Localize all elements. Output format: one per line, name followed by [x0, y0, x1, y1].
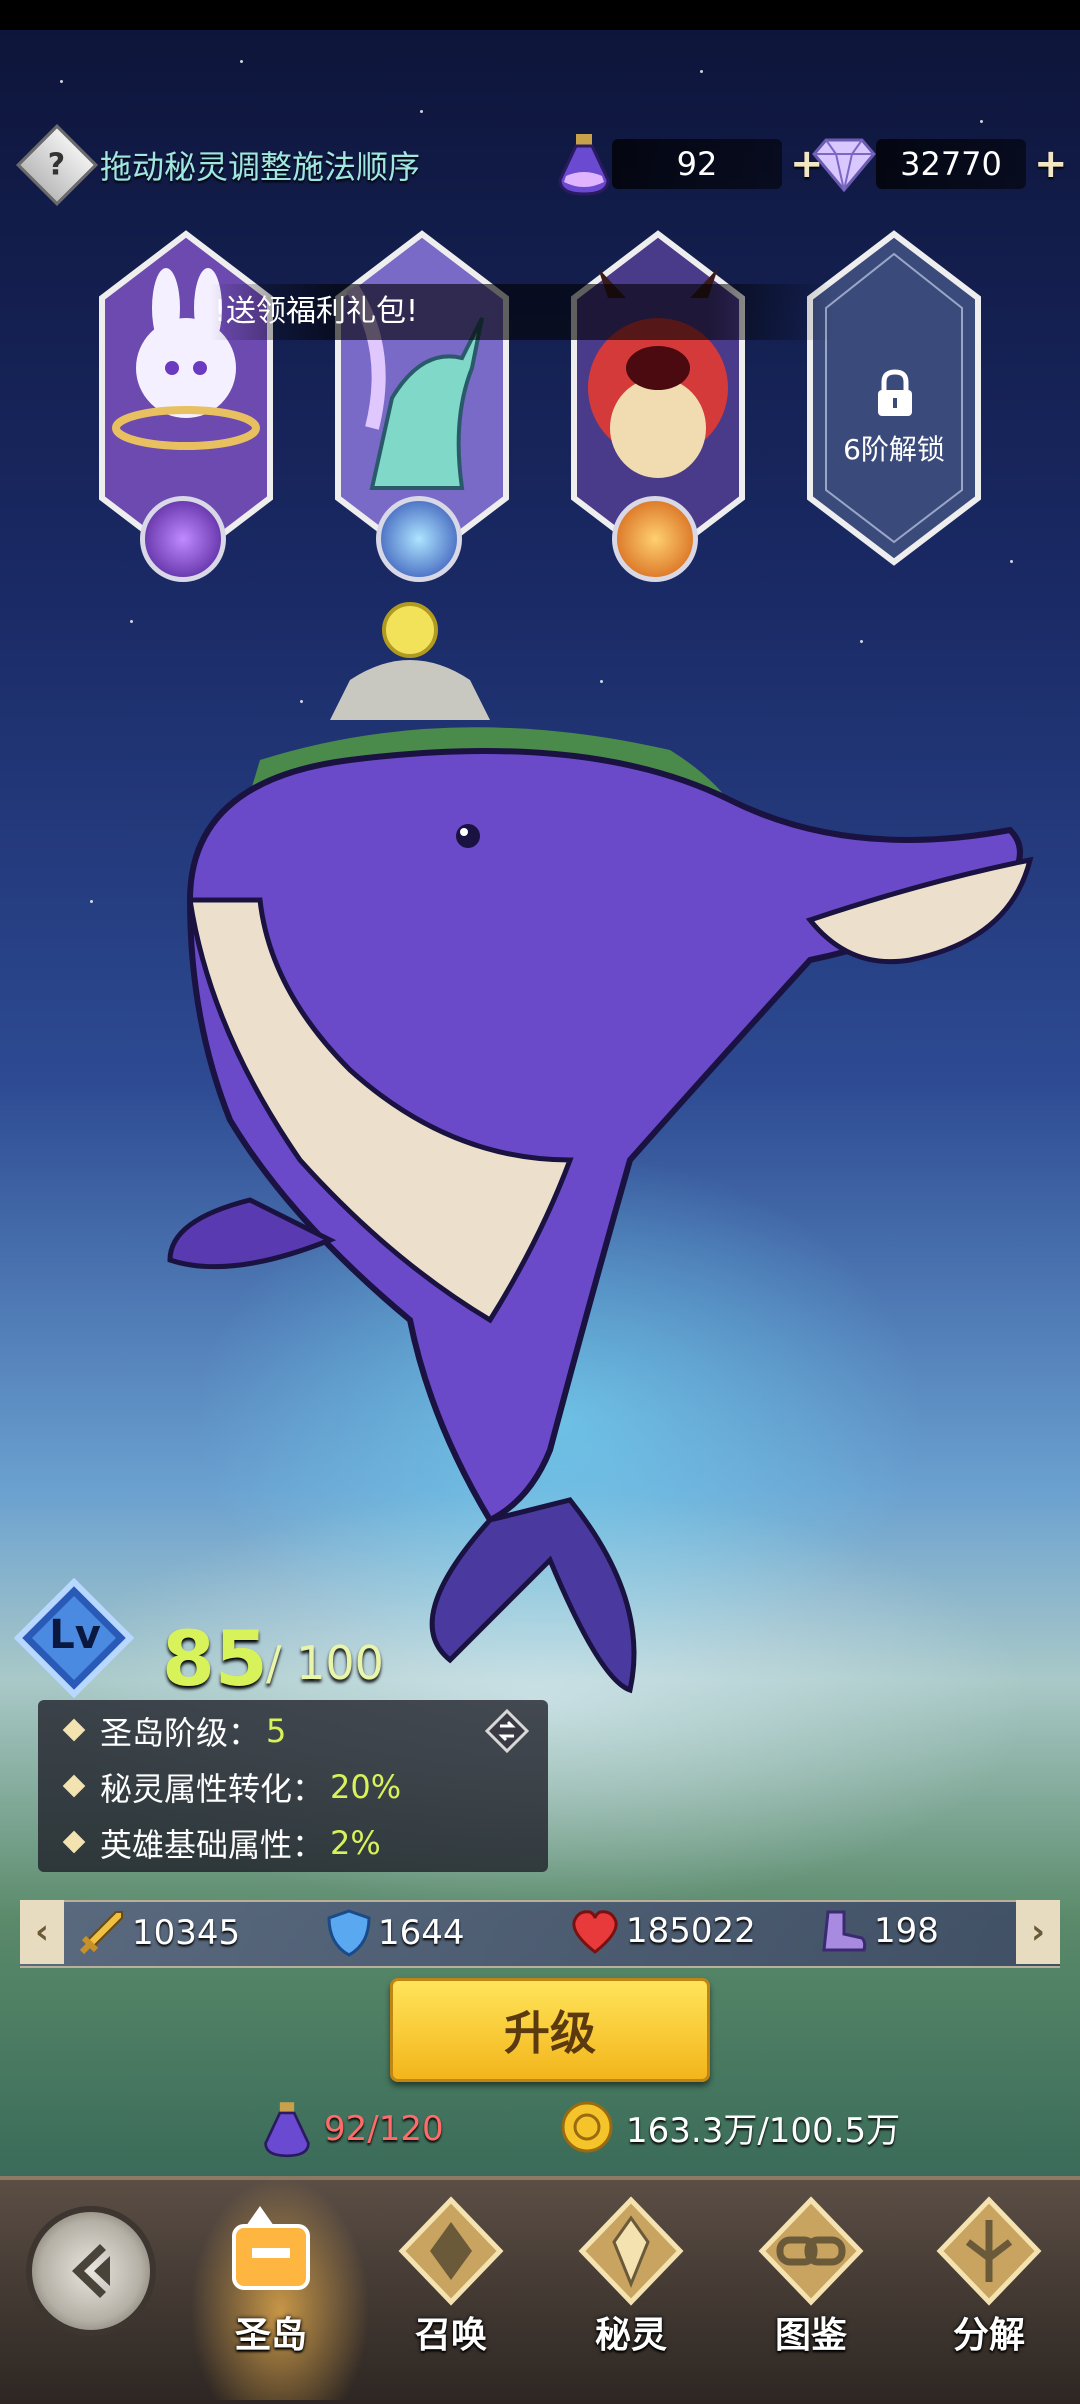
attack-value: 10345 [132, 1913, 241, 1953]
tab-holy-island[interactable]: 圣岛 [196, 2196, 346, 2386]
upgrade-button[interactable]: 升级 [390, 1978, 710, 2082]
potion-cost: 92/120 [262, 2100, 444, 2158]
lock-icon [878, 369, 912, 416]
lightning-element-icon [376, 496, 462, 582]
potion-count: 92 [612, 139, 782, 189]
gold-coin-icon [561, 2101, 613, 2153]
heart-icon [572, 1910, 618, 1954]
defense-stat: 1644 [326, 1908, 465, 1958]
hint-row[interactable]: ? 拖动秘灵调整施法顺序 [15, 123, 421, 207]
stat-value: 2% [330, 1824, 381, 1862]
sword-icon [79, 1911, 123, 1955]
back-button[interactable] [26, 2206, 156, 2336]
spirit-icon [578, 2196, 684, 2306]
island-icon [232, 2206, 310, 2290]
tab-decompose[interactable]: 分解 [914, 2196, 1064, 2386]
gold-cost: 163.3万/100.5万 [560, 2100, 900, 2154]
gem-count: 32770 [876, 139, 1026, 189]
stat-row-hero-base: 英雄基础属性： 2% [62, 1820, 381, 1866]
tab-label: 召唤 [414, 2315, 487, 2356]
swap-icon[interactable] [484, 1708, 530, 1754]
tab-label: 分解 [952, 2315, 1025, 2356]
stat-value: 20% [330, 1768, 402, 1806]
potion-icon [558, 134, 610, 196]
speed-stat: 198 [818, 1908, 939, 1954]
gem-icon [812, 138, 876, 192]
hp-value: 185022 [626, 1911, 756, 1951]
spirit-slot-2[interactable] [332, 228, 512, 582]
arcane-element-icon [140, 496, 226, 582]
shield-icon [327, 1909, 371, 1957]
summon-icon [398, 2196, 504, 2306]
spirit-slot-locked[interactable]: 6阶解锁 [804, 228, 984, 568]
stat-value: 5 [266, 1712, 287, 1750]
stat-row-spirit-conversion: 秘灵属性转化： 20% [62, 1764, 402, 1810]
tab-codex[interactable]: 图鉴 [736, 2196, 886, 2386]
hp-stat: 185022 [570, 1908, 756, 1954]
defense-value: 1644 [378, 1913, 465, 1953]
tab-label: 圣岛 [234, 2315, 307, 2356]
potion-icon [264, 2102, 310, 2158]
level-max: / 100 [266, 1636, 384, 1690]
spirit-slot-3[interactable] [568, 228, 748, 582]
question-icon[interactable]: ? [15, 123, 99, 207]
attr-next-arrow[interactable]: › [1016, 1900, 1060, 1964]
gold-cost-value: 163.3万/100.5万 [626, 2110, 901, 2151]
stat-label: 秘灵属性转化： [100, 1770, 325, 1808]
gem-resource: 32770 + [812, 138, 1068, 192]
stat-row-island-rank: 圣岛阶级： 5 [62, 1708, 287, 1754]
gift-banner[interactable]: !送领福利礼包! [210, 284, 834, 340]
tab-spirit[interactable]: 秘灵 [556, 2196, 706, 2386]
speed-value: 198 [874, 1911, 939, 1951]
tab-label: 图鉴 [774, 2315, 847, 2356]
level-badge-label: Lv [49, 1612, 101, 1658]
attack-stat: 10345 [76, 1908, 240, 1958]
tab-label: 秘灵 [594, 2315, 667, 2356]
tab-summon[interactable]: 召唤 [376, 2196, 526, 2386]
potion-resource: 92 + [556, 134, 824, 196]
attr-prev-arrow[interactable]: ‹ [20, 1900, 64, 1964]
holy-island-whale-illustration [167, 602, 1034, 1694]
potion-cost-value: 92/120 [324, 2109, 444, 2149]
boot-icon [822, 1910, 867, 1952]
fire-element-icon [612, 496, 698, 582]
spirit-slot-1[interactable] [96, 228, 276, 582]
level-current: 85 [162, 1614, 268, 1703]
status-bar [0, 0, 1080, 30]
hint-text: 拖动秘灵调整施法顺序 [100, 148, 421, 186]
add-gem-button[interactable]: + [1034, 141, 1068, 187]
decompose-icon [936, 2196, 1042, 2306]
back-arrow-icon [72, 2244, 110, 2298]
unlock-requirement-label: 6阶解锁 [843, 433, 945, 466]
chain-link-icon [758, 2196, 864, 2306]
stat-label: 圣岛阶级： [100, 1714, 261, 1752]
stat-label: 英雄基础属性： [100, 1826, 325, 1864]
